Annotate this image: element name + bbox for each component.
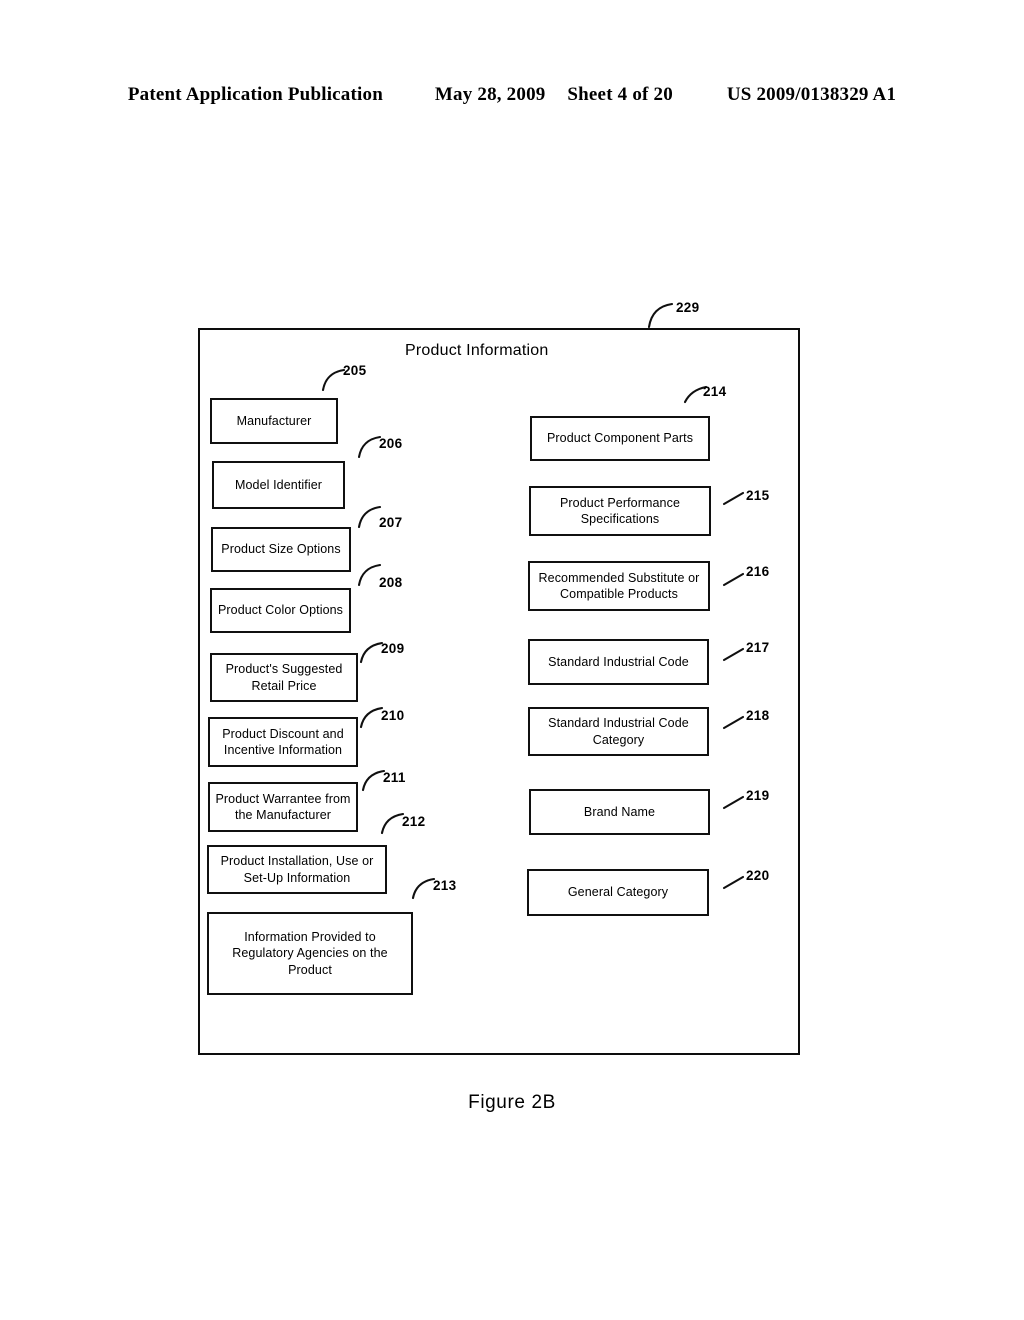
node-product-warrantee[interactable]: Product Warrantee from the Manufacturer xyxy=(208,782,358,832)
node-suggested-retail-price[interactable]: Product's Suggested Retail Price xyxy=(210,653,358,702)
node-regulatory-agency-info-label: Information Provided to Regulatory Agenc… xyxy=(232,929,388,977)
node-model-identifier-label: Model Identifier xyxy=(234,477,323,492)
node-product-color-options-label: Product Color Options xyxy=(217,603,344,618)
node-substitute-compatible-products-label: Recommended Substitute or Compatible Pro… xyxy=(538,570,700,602)
node-product-size-options[interactable]: Product Size Options xyxy=(211,527,351,572)
node-standard-industrial-code-category-label: Standard Industrial Code Category xyxy=(548,716,689,747)
node-general-category[interactable]: General Category xyxy=(527,869,709,916)
node-substitute-compatible-products[interactable]: Recommended Substitute or Compatible Pro… xyxy=(528,561,710,611)
publication-label: Patent Application Publication xyxy=(127,84,383,105)
leader-line-216 xyxy=(722,572,745,587)
leader-line-218 xyxy=(722,715,745,730)
ref-label-217: 217 xyxy=(746,640,770,655)
node-product-size-options-label: Product Size Options xyxy=(221,542,341,557)
figure-caption: Figure 2B xyxy=(468,1092,556,1113)
node-standard-industrial-code-category[interactable]: Standard Industrial Code Category xyxy=(528,707,709,756)
node-general-category-label: General Category xyxy=(567,885,669,900)
leader-line-217 xyxy=(722,647,745,662)
node-model-identifier[interactable]: Model Identifier xyxy=(212,461,345,509)
ref-label-215: 215 xyxy=(746,488,770,503)
node-regulatory-agency-info[interactable]: Information Provided to Regulatory Agenc… xyxy=(207,912,413,995)
ref-label-218: 218 xyxy=(746,708,770,723)
sheet-number: Sheet 4 of 20 xyxy=(567,84,673,105)
ref-label-210: 210 xyxy=(381,708,405,723)
ref-label-216: 216 xyxy=(746,564,770,579)
node-manufacturer-label: Manufacturer xyxy=(236,413,312,428)
leader-line-219 xyxy=(722,795,745,810)
patent-page-header: Patent Application Publication May 28, 2… xyxy=(0,84,1024,106)
node-standard-industrial-code-label: Standard Industrial Code xyxy=(548,654,689,669)
node-discount-incentive-info-label: Product Discount and Incentive Informati… xyxy=(222,726,344,758)
ref-label-211: 211 xyxy=(383,770,406,785)
publication-date: May 28, 2009 xyxy=(434,84,546,105)
ref-label-205: 205 xyxy=(343,363,367,378)
node-product-color-options[interactable]: Product Color Options xyxy=(210,588,351,633)
ref-label-229: 229 xyxy=(676,300,700,315)
diagram-title: Product Information xyxy=(405,342,549,359)
leader-line-215 xyxy=(722,491,745,506)
ref-label-208: 208 xyxy=(379,575,403,590)
ref-label-212: 212 xyxy=(402,814,426,829)
node-suggested-retail-price-label: Product's Suggested Retail Price xyxy=(225,662,343,693)
node-installation-use-setup[interactable]: Product Installation, Use or Set-Up Info… xyxy=(207,845,387,894)
node-product-component-parts[interactable]: Product Component Parts xyxy=(530,416,710,461)
node-brand-name[interactable]: Brand Name xyxy=(529,789,710,835)
node-product-component-parts-label: Product Component Parts xyxy=(546,431,694,446)
ref-label-209: 209 xyxy=(381,641,405,656)
node-product-warrantee-label: Product Warrantee from the Manufacturer xyxy=(215,791,351,823)
ref-label-220: 220 xyxy=(746,868,770,883)
ref-label-206: 206 xyxy=(379,436,403,451)
node-manufacturer[interactable]: Manufacturer xyxy=(210,398,338,444)
ref-label-213: 213 xyxy=(433,878,457,893)
node-brand-name-label: Brand Name xyxy=(583,804,656,819)
ref-label-214: 214 xyxy=(703,384,727,399)
ref-label-207: 207 xyxy=(379,515,403,530)
leader-line-220 xyxy=(722,875,745,890)
node-installation-use-setup-label: Product Installation, Use or Set-Up Info… xyxy=(220,854,374,885)
node-discount-incentive-info[interactable]: Product Discount and Incentive Informati… xyxy=(208,717,358,767)
ref-label-219: 219 xyxy=(746,788,770,803)
node-performance-specifications-label: Product Performance Specifications xyxy=(559,495,680,527)
node-standard-industrial-code[interactable]: Standard Industrial Code xyxy=(528,639,709,685)
patent-number: US 2009/0138329 A1 xyxy=(726,84,897,105)
node-performance-specifications[interactable]: Product Performance Specifications xyxy=(529,486,711,536)
